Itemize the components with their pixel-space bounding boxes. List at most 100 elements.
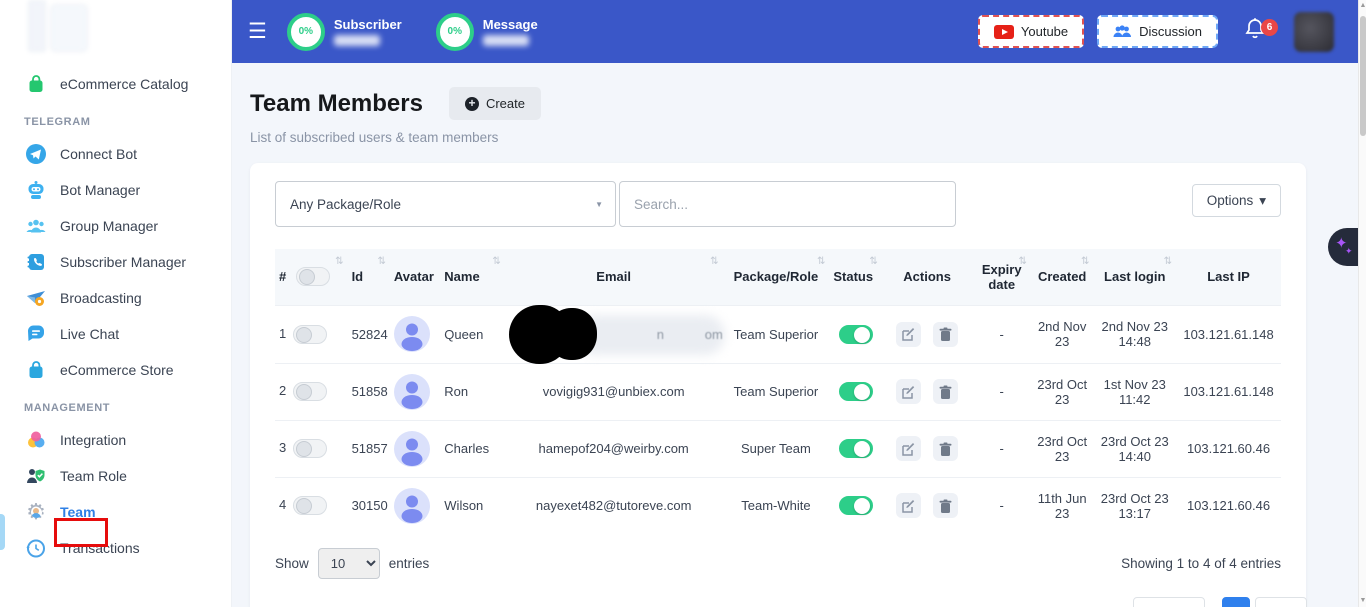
sidebar-item-ecommerce-store[interactable]: eCommerce Store [0, 352, 231, 388]
sidebar-item-integration[interactable]: Integration [0, 422, 231, 458]
header-last-login[interactable]: Last login⇅ [1093, 249, 1176, 305]
edit-button[interactable] [896, 436, 921, 461]
table-row: 4 30150 Wilson nayexet482@tutoreve.com T… [275, 477, 1281, 534]
sidebar-item-subscriber-manager[interactable]: Subscriber Manager [0, 244, 231, 280]
sidebar-item-ecommerce-catalog[interactable]: eCommerce Catalog [0, 66, 231, 102]
status-toggle[interactable] [839, 496, 873, 515]
caret-down-icon: ▾ [1259, 193, 1266, 209]
entries-label: entries [389, 556, 430, 571]
team-gear-icon: ⚙ [24, 500, 48, 524]
user-avatar[interactable] [1294, 12, 1334, 52]
member-avatar [394, 374, 430, 410]
page-title: Team Members [250, 90, 423, 118]
select-all-toggle[interactable] [296, 267, 330, 286]
scrollbar-thumb[interactable] [1360, 16, 1366, 136]
youtube-icon [994, 25, 1014, 39]
header-id[interactable]: Id⇅ [348, 249, 390, 305]
status-toggle[interactable] [839, 325, 873, 344]
youtube-button[interactable]: Youtube [978, 15, 1084, 48]
sidebar-section-telegram: TELEGRAM [0, 102, 231, 136]
header-name[interactable]: Name⇅ [440, 249, 505, 305]
header-status[interactable]: Status⇅ [829, 249, 881, 305]
row-select-toggle[interactable] [293, 382, 327, 401]
sidebar-item-transactions[interactable]: Transactions [0, 530, 231, 566]
package-role-select[interactable]: Any Package/Role ▼ [275, 181, 616, 227]
search-input[interactable] [619, 181, 956, 227]
options-button[interactable]: Options ▾ [1192, 184, 1281, 217]
broadcast-plane-icon [24, 286, 48, 310]
edit-button[interactable] [896, 493, 921, 518]
delete-button[interactable] [933, 322, 958, 347]
integration-circles-icon [24, 428, 48, 452]
show-label: Show [275, 556, 309, 571]
page-subtitle: List of subscribed users & team members [250, 130, 1306, 145]
plus-circle-icon: + [465, 97, 479, 111]
app-logo-blur [50, 4, 88, 52]
row-select-toggle[interactable] [293, 439, 327, 458]
sidebar-item-broadcasting[interactable]: Broadcasting [0, 280, 231, 316]
table-row: 3 51857 Charles hamepof204@weirby.com Su… [275, 420, 1281, 477]
pagination-previous-button[interactable] [1133, 597, 1205, 607]
ai-assistant-button[interactable]: ✦ ✦ [1328, 228, 1358, 266]
chat-bubble-icon [24, 322, 48, 346]
header-avatar: Avatar [390, 249, 440, 305]
sidebar-item-team[interactable]: ⚙ Team [0, 494, 231, 530]
sidebar: eCommerce Catalog TELEGRAM Connect Bot B… [0, 0, 232, 607]
create-button[interactable]: + Create [449, 87, 541, 120]
page-scrollbar: ▲ ▼ [1358, 0, 1366, 607]
edit-button[interactable] [896, 379, 921, 404]
header-email[interactable]: Email⇅ [505, 249, 723, 305]
row-select-toggle[interactable] [293, 325, 327, 344]
member-avatar [394, 431, 430, 467]
main-content: Team Members + Create List of subscribed… [232, 63, 1358, 607]
status-toggle[interactable] [839, 439, 873, 458]
shopping-bag-green-icon [24, 72, 48, 96]
header-num[interactable]: # ⇅ [275, 249, 348, 305]
message-progress-ring: 0% [436, 13, 474, 51]
sort-icon: ⇅ [817, 256, 825, 267]
sidebar-item-bot-manager[interactable]: Bot Manager [0, 172, 231, 208]
message-stat-value-blurred [483, 35, 529, 46]
role-shield-icon [24, 464, 48, 488]
contact-book-icon [24, 250, 48, 274]
scrollbar-down-arrow[interactable]: ▼ [1359, 596, 1366, 606]
sort-icon: ⇅ [1081, 256, 1089, 267]
scrollbar-up-arrow[interactable]: ▲ [1359, 1, 1366, 11]
delete-button[interactable] [933, 379, 958, 404]
table-row: 2 51858 Ron vovigig931@unbiex.com Team S… [275, 363, 1281, 420]
header-package[interactable]: Package/Role⇅ [723, 249, 830, 305]
message-stat-label: Message [483, 17, 538, 32]
sort-icon: ⇅ [869, 256, 877, 267]
showing-entries-text: Showing 1 to 4 of 4 entries [1121, 556, 1281, 571]
subscriber-stat-label: Subscriber [334, 17, 402, 32]
sidebar-item-live-chat[interactable]: Live Chat [0, 316, 231, 352]
table-row: 1 52824 Queen n om Team Superior [275, 305, 1281, 363]
sidebar-item-team-role[interactable]: Team Role [0, 458, 231, 494]
pagination-page-1-button[interactable] [1222, 597, 1250, 607]
status-toggle[interactable] [839, 382, 873, 401]
robot-icon [24, 178, 48, 202]
shopping-bag-blue-icon [24, 358, 48, 382]
pagination-next-button[interactable] [1255, 597, 1307, 607]
entries-per-page-select[interactable]: 10 [318, 548, 380, 579]
select-caret-icon: ▼ [595, 200, 603, 209]
header-expiry[interactable]: Expiry date⇅ [972, 249, 1030, 305]
topbar: ☰ 0% Subscriber 0% Message Youtube Discu… [232, 0, 1366, 63]
sidebar-item-group-manager[interactable]: Group Manager [0, 208, 231, 244]
sidebar-section-management: MANAGEMENT [0, 388, 231, 422]
message-stat: 0% Message [436, 13, 538, 51]
sidebar-item-team-label: Team [60, 504, 96, 520]
member-avatar [394, 316, 430, 352]
delete-button[interactable] [933, 436, 958, 461]
header-created[interactable]: Created⇅ [1031, 249, 1093, 305]
edit-button[interactable] [896, 322, 921, 347]
delete-button[interactable] [933, 493, 958, 518]
discussion-button[interactable]: Discussion [1097, 15, 1218, 48]
hamburger-menu-icon[interactable]: ☰ [248, 21, 267, 42]
row-select-toggle[interactable] [293, 496, 327, 515]
notifications-bell[interactable]: 6 [1244, 17, 1266, 46]
notification-count-badge: 6 [1261, 19, 1278, 36]
sidebar-item-connect-bot[interactable]: Connect Bot [0, 136, 231, 172]
header-last-ip: Last IP [1176, 249, 1281, 305]
sparkle-icon: ✦ [1345, 246, 1353, 257]
